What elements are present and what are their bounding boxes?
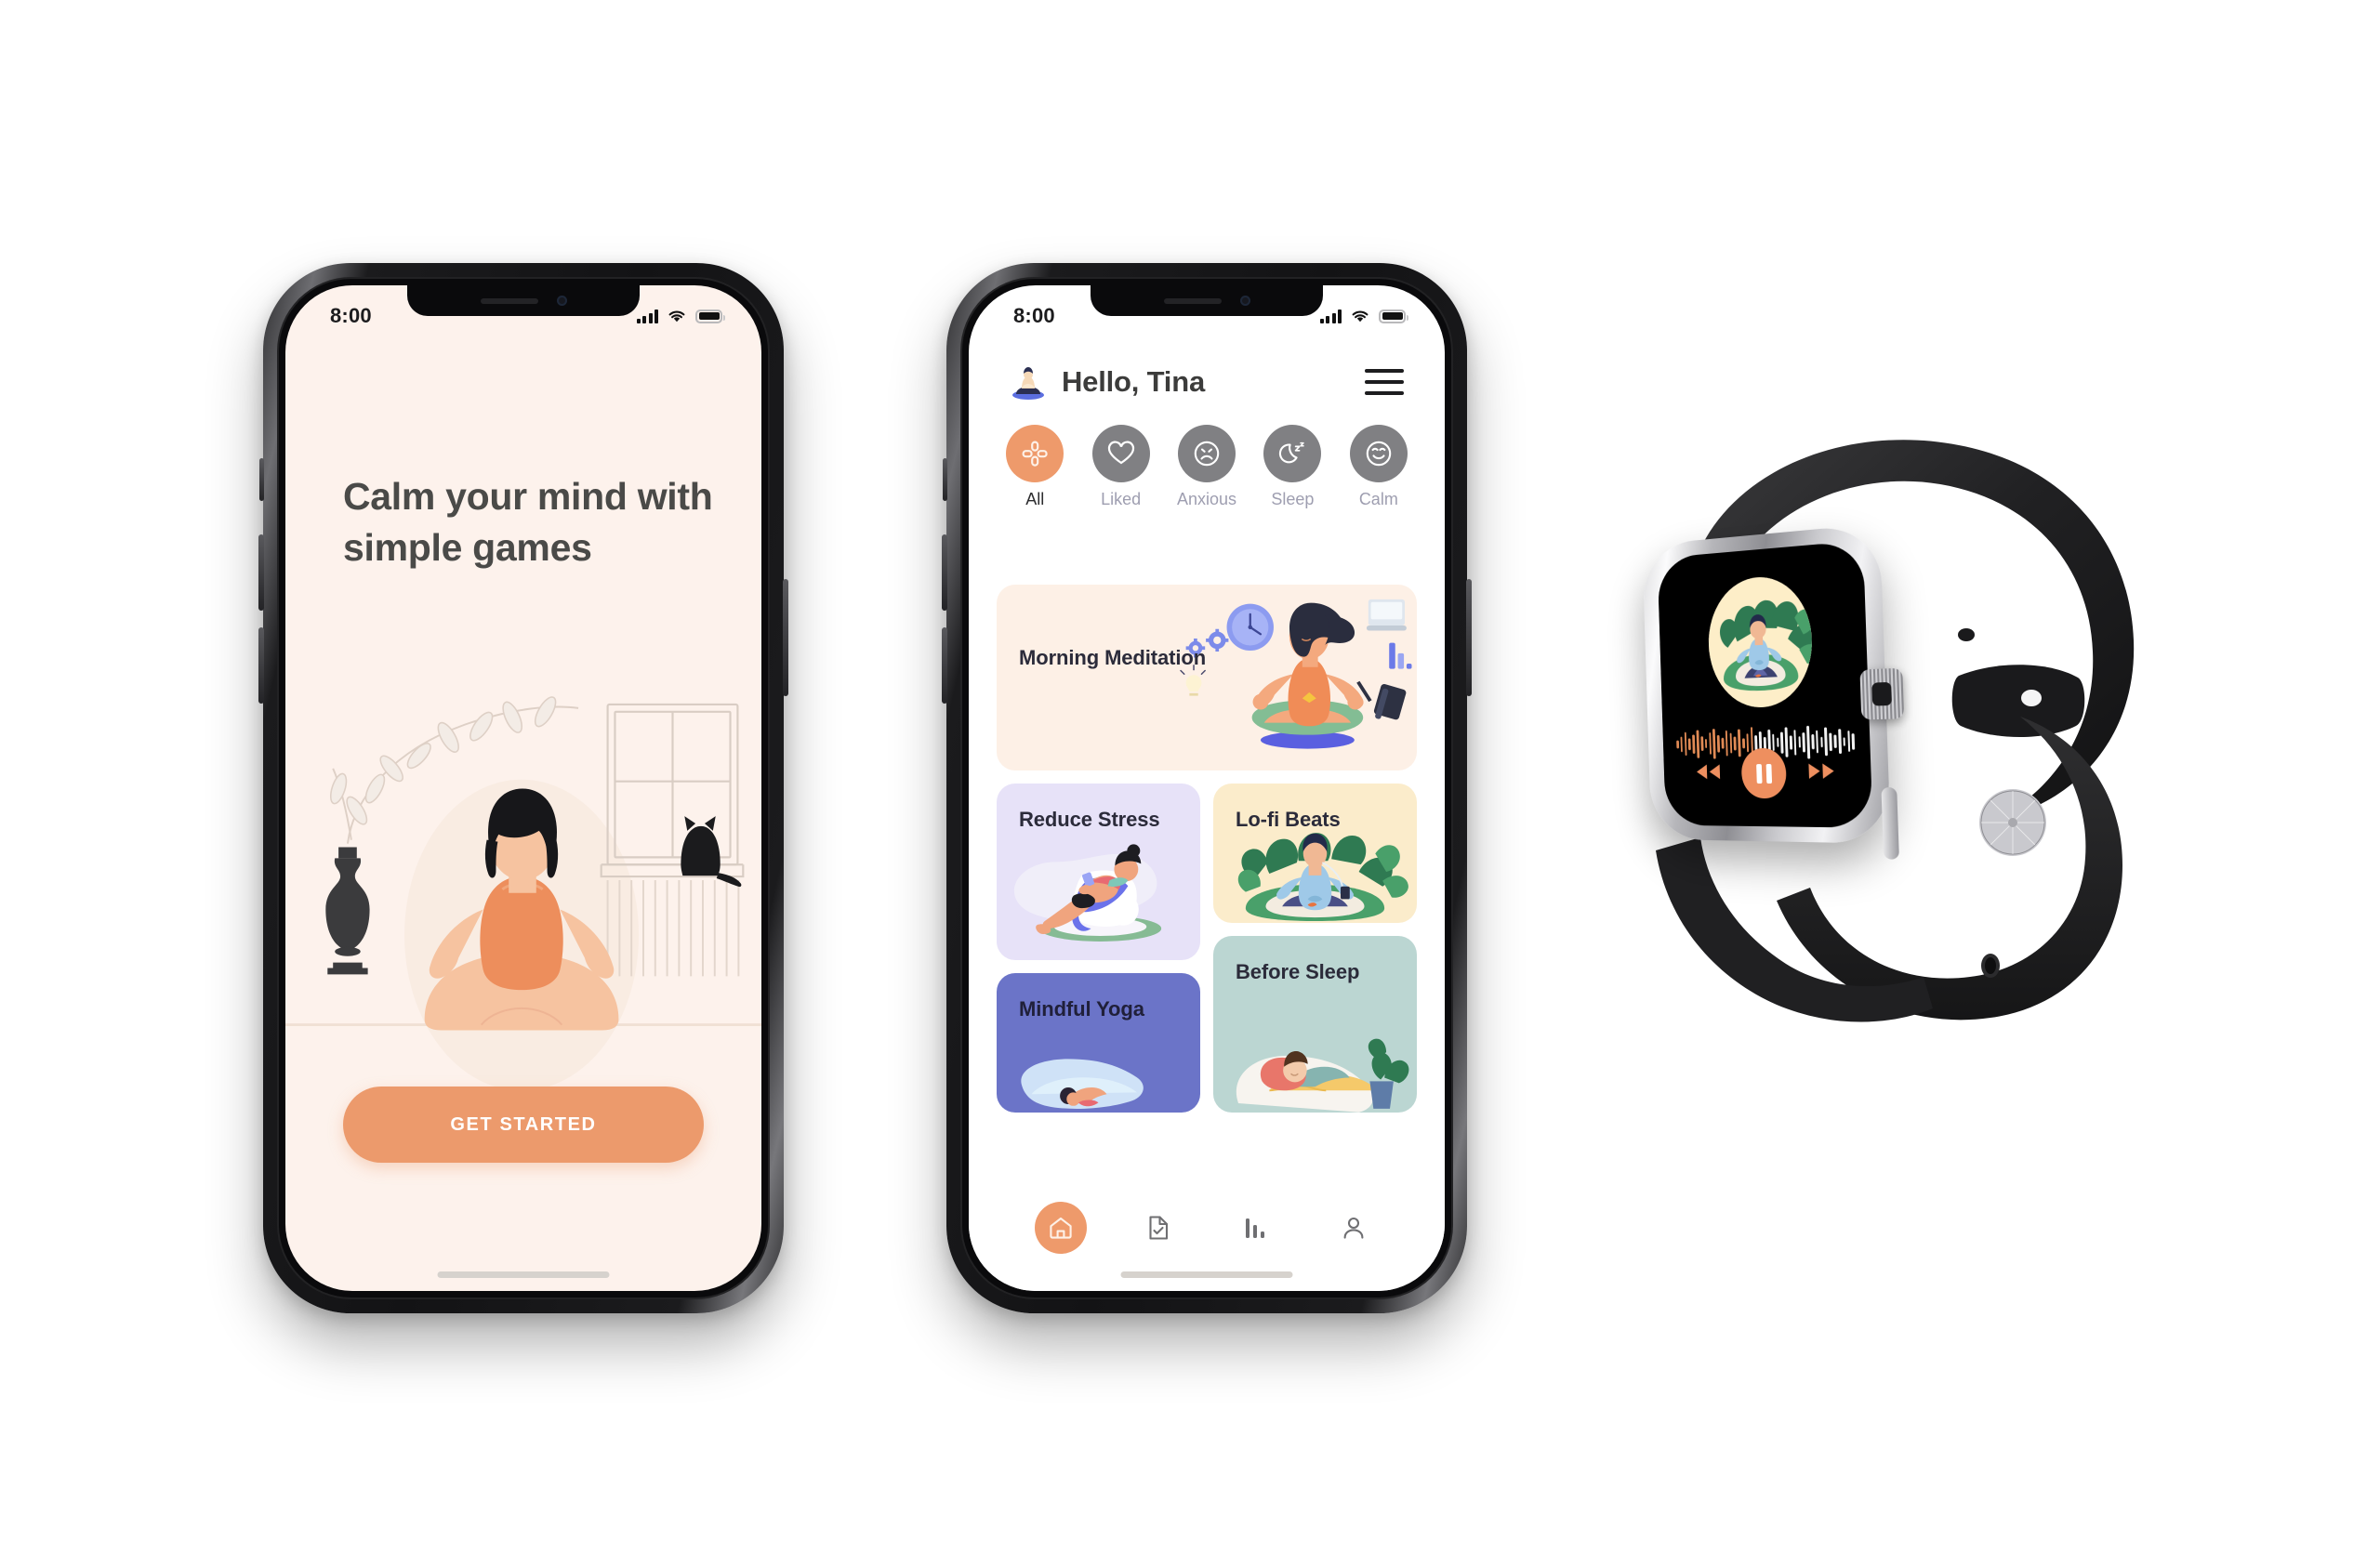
category-chip-anxious[interactable]: Anxious: [1169, 425, 1245, 509]
card-mindful-yoga[interactable]: Mindful Yoga: [997, 973, 1200, 1113]
monitor-icon: [1366, 599, 1407, 631]
card-title: Before Sleep: [1236, 960, 1360, 983]
power-button[interactable]: [1466, 579, 1472, 696]
profile-icon: [1341, 1215, 1367, 1241]
card-title: Reduce Stress: [1019, 808, 1160, 831]
home-screen: 8:00 Hello, Tina All Liked Anxious Sleep…: [969, 285, 1445, 1291]
home-indicator[interactable]: [1120, 1271, 1293, 1278]
category-filter-row: All Liked Anxious Sleep Calm: [969, 401, 1445, 509]
meditation-illustration: [285, 657, 761, 1103]
status-icons: [636, 309, 725, 323]
wifi-icon: [1352, 310, 1368, 323]
volume-up-button[interactable]: [942, 534, 947, 611]
rewind-icon[interactable]: [1693, 761, 1723, 786]
battery-icon: [695, 309, 725, 323]
digital-crown[interactable]: [1859, 667, 1905, 720]
home-icon: [1034, 1202, 1087, 1254]
status-time: 8:00: [330, 304, 372, 327]
card-grid: Reduce Stress Mindful Yoga Lo-fi Beats B…: [997, 784, 1417, 1113]
category-label: Calm: [1358, 490, 1398, 508]
category-chip-calm[interactable]: Calm: [1341, 425, 1417, 509]
volume-up-button[interactable]: [258, 534, 264, 611]
card-reduce-stress[interactable]: Reduce Stress: [997, 784, 1200, 960]
side-button[interactable]: [1881, 787, 1899, 860]
album-art[interactable]: [1706, 573, 1815, 709]
onboarding-screen: 8:00 Calm your mind with simple games GE…: [285, 285, 761, 1291]
heart-icon: [1091, 425, 1150, 482]
get-started-button[interactable]: GET STARTED: [343, 1087, 704, 1163]
phone-bezel: 8:00 Calm your mind with simple games GE…: [277, 277, 770, 1299]
scene-canvas: 8:00 Calm your mind with simple games GE…: [0, 0, 2380, 1541]
category-chip-sleep[interactable]: Sleep: [1254, 425, 1330, 509]
volume-down-button[interactable]: [258, 627, 264, 704]
greeting-text: Hello, Tina: [1062, 365, 1205, 398]
card-title: Mindful Yoga: [1019, 997, 1144, 1021]
card-column-left: Reduce Stress Mindful Yoga: [997, 784, 1200, 1113]
phone-home: 8:00 Hello, Tina All Liked Anxious Sleep…: [942, 263, 1472, 1313]
card-title: Morning Meditation: [1019, 646, 1207, 669]
pause-icon[interactable]: [1740, 747, 1788, 799]
category-label: Anxious: [1176, 490, 1237, 508]
tab-tasks[interactable]: [1109, 1202, 1207, 1254]
woman-relaxing-armchair-illustration: [1013, 844, 1162, 942]
home-header: Hello, Tina: [969, 350, 1445, 401]
pinwheel-grid-icon: [1006, 425, 1064, 482]
bar-chart-icon: [1388, 642, 1412, 669]
home-indicator[interactable]: [437, 1271, 610, 1278]
tab-stats[interactable]: [1207, 1202, 1304, 1254]
hamburger-menu-icon[interactable]: [1365, 369, 1404, 395]
playback-controls: [1663, 743, 1872, 803]
category-chip-liked[interactable]: Liked: [1082, 425, 1158, 509]
category-label: All: [1025, 490, 1045, 508]
bar-chart-icon: [1243, 1215, 1269, 1241]
card-title: Lo-fi Beats: [1236, 808, 1341, 831]
power-button[interactable]: [783, 579, 788, 696]
notebook-pen-icon: [1355, 680, 1407, 720]
forward-icon[interactable]: [1805, 760, 1838, 786]
phone-onboarding: 8:00 Calm your mind with simple games GE…: [258, 263, 788, 1313]
mute-switch[interactable]: [943, 458, 947, 501]
battery-icon: [1379, 309, 1408, 323]
card-column-right: Lo-fi Beats Before Sleep: [1213, 784, 1417, 1113]
card-before-sleep[interactable]: Before Sleep: [1213, 936, 1417, 1113]
content-card-list[interactable]: Morning Meditation Reduce Stress Mindful…: [969, 585, 1445, 1181]
person-meditating-plants-illustration: [1237, 833, 1408, 921]
signal-bars-icon: [636, 309, 658, 323]
card-lofi-beats[interactable]: Lo-fi Beats: [1213, 784, 1417, 923]
earpiece-speaker: [480, 297, 538, 304]
person-on-yoga-mat-illustration: [1021, 1059, 1144, 1110]
tab-home[interactable]: [1012, 1202, 1109, 1254]
home-content: Hello, Tina All Liked Anxious Sleep Calm…: [969, 285, 1445, 1291]
front-camera-icon: [556, 296, 567, 306]
watch-screen: [1657, 540, 1873, 828]
apple-watch: [1613, 414, 2245, 1083]
notch: [407, 285, 640, 316]
person-meditating-with-plants-icon: [1706, 573, 1815, 709]
card-morning-meditation[interactable]: Morning Meditation: [997, 585, 1417, 770]
category-chip-all[interactable]: All: [997, 425, 1073, 509]
meditating-avatar-icon[interactable]: [1010, 363, 1047, 401]
phone-bezel: 8:00 Hello, Tina All Liked Anxious Sleep…: [960, 277, 1453, 1299]
moon-zzz-icon: [1263, 425, 1322, 482]
front-camera-icon: [1239, 296, 1250, 306]
frowning-face-icon: [1178, 425, 1236, 482]
woman-meditating-productivity-illustration: [1180, 599, 1412, 749]
document-check-icon: [1144, 1214, 1172, 1242]
person-sleeping-illustration: [1236, 1038, 1409, 1113]
watch-case: [1642, 523, 1905, 860]
status-time: 8:00: [1013, 304, 1055, 327]
wifi-icon: [668, 310, 685, 323]
volume-down-button[interactable]: [942, 627, 947, 704]
signal-bars-icon: [1319, 309, 1342, 323]
earpiece-speaker: [1163, 297, 1222, 304]
onboarding-heading: Calm your mind with simple games: [343, 475, 713, 569]
status-icons: [1319, 309, 1408, 323]
category-label: Sleep: [1271, 490, 1315, 508]
tab-profile[interactable]: [1304, 1202, 1402, 1254]
clock-icon: [1226, 603, 1274, 652]
notch: [1091, 285, 1323, 316]
smiling-face-icon: [1349, 425, 1408, 482]
mute-switch[interactable]: [259, 458, 264, 501]
category-label: Liked: [1101, 490, 1142, 508]
